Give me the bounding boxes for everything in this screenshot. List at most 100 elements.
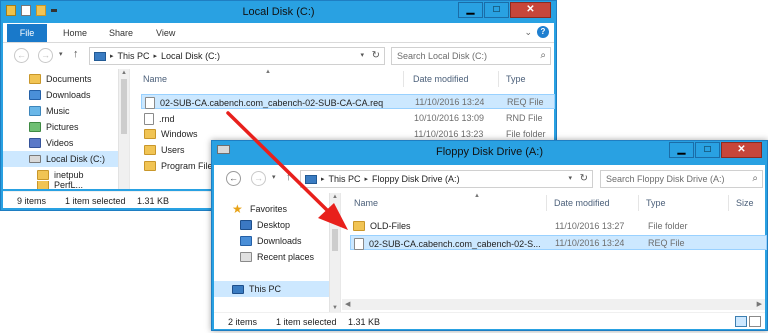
- tab-file[interactable]: File: [7, 24, 47, 42]
- file-name: Users: [161, 145, 185, 155]
- column-type[interactable]: Type: [646, 198, 666, 208]
- column-name[interactable]: Name: [143, 74, 167, 84]
- forward-button[interactable]: →: [251, 171, 266, 186]
- scroll-right-icon[interactable]: ▶: [757, 300, 762, 308]
- nav-item-favorites[interactable]: ★ Favorites: [214, 201, 340, 217]
- file-row-old-files[interactable]: OLD-Files 11/10/2016 13:27 File folder: [350, 219, 767, 234]
- large-icons-view-icon[interactable]: [749, 316, 761, 327]
- close-button[interactable]: ✕: [721, 142, 762, 158]
- minimize-button[interactable]: ▁: [669, 142, 694, 158]
- selection-size: 1.31 KB: [348, 317, 381, 327]
- nav-item-perflogs[interactable]: PerfL...: [3, 181, 129, 189]
- nav-item-downloads[interactable]: Downloads: [3, 87, 129, 103]
- file-type: REQ File: [648, 238, 685, 248]
- file-date: 11/10/2016 13:24: [415, 97, 485, 107]
- scroll-up-icon[interactable]: ▲: [330, 194, 340, 200]
- tab-share[interactable]: Share: [109, 28, 133, 38]
- column-divider[interactable]: [546, 195, 547, 211]
- refresh-icon[interactable]: ↻: [580, 173, 588, 184]
- scrollbar-thumb[interactable]: [121, 79, 127, 134]
- address-dropdown-icon[interactable]: ▾: [360, 51, 364, 59]
- search-placeholder: Search Floppy Disk Drive (A:): [606, 174, 725, 184]
- nav-item-documents[interactable]: Documents: [3, 71, 129, 87]
- refresh-icon[interactable]: ↻: [372, 50, 380, 61]
- pictures-folder-icon: [29, 122, 41, 132]
- nav-item-this-pc[interactable]: This PC: [214, 281, 340, 297]
- file-name: Windows: [161, 129, 198, 139]
- column-date-modified[interactable]: Date modified: [554, 198, 610, 208]
- back-button[interactable]: ←: [226, 171, 241, 186]
- nav-item-downloads[interactable]: Downloads: [214, 233, 340, 249]
- details-view-icon[interactable]: [735, 316, 747, 327]
- recent-locations-icon[interactable]: ▾: [272, 173, 276, 181]
- up-button[interactable]: ↑: [286, 171, 292, 183]
- address-bar[interactable]: ▸ This PC ▸ Local Disk (C:) ▾ ↻: [89, 47, 385, 65]
- file-name: OLD-Files: [370, 221, 411, 231]
- file-date: 11/10/2016 13:24: [555, 238, 625, 248]
- explorer-window-floppy: Floppy Disk Drive (A:) ▁ □ ✕ ← → ▾ ↑ ▸ T…: [211, 140, 768, 331]
- column-date-modified[interactable]: Date modified: [413, 74, 469, 84]
- back-button[interactable]: ←: [14, 48, 29, 63]
- search-icon[interactable]: ⌕: [540, 50, 546, 61]
- nav-item-desktop[interactable]: Desktop: [214, 217, 340, 233]
- maximize-button[interactable]: □: [484, 2, 509, 18]
- breadcrumb-separator-icon: ▸: [153, 53, 158, 60]
- navigation-scrollbar[interactable]: ▲: [118, 69, 129, 189]
- maximize-button[interactable]: □: [695, 142, 720, 158]
- column-size[interactable]: Size: [736, 198, 754, 208]
- document-icon: [144, 113, 154, 125]
- window-controls: ▁ □ ✕: [669, 142, 762, 158]
- nav-item-videos[interactable]: Videos: [3, 135, 129, 151]
- tab-home[interactable]: Home: [63, 28, 87, 38]
- nav-item-local-disk[interactable]: Local Disk (C:): [3, 151, 129, 167]
- nav-label: Music: [46, 106, 70, 116]
- nav-item-recent-places[interactable]: Recent places: [214, 249, 340, 265]
- horizontal-scrollbar[interactable]: ◀ ▶: [342, 299, 765, 310]
- column-divider[interactable]: [403, 71, 404, 87]
- title-bar[interactable]: Local Disk (C:) ▁ □ ✕: [1, 1, 556, 23]
- forward-button[interactable]: →: [38, 48, 53, 63]
- breadcrumb-separator-icon: ▸: [321, 176, 325, 183]
- file-row-req[interactable]: 02-SUB-CA.cabench.com_cabench-02-S... 11…: [350, 235, 767, 250]
- breadcrumb-local-disk[interactable]: Local Disk (C:): [161, 51, 220, 61]
- up-button[interactable]: ↑: [73, 48, 79, 60]
- title-bar[interactable]: Floppy Disk Drive (A:) ▁ □ ✕: [212, 141, 767, 163]
- scroll-up-icon[interactable]: ▲: [119, 70, 129, 76]
- file-name: 02-SUB-CA.cabench.com_cabench-02-SUB-CA-…: [160, 98, 384, 108]
- file-row-rnd[interactable]: .rnd 10/10/2016 13:09 RND File: [141, 111, 555, 126]
- tab-view[interactable]: View: [156, 28, 175, 38]
- column-divider[interactable]: [638, 195, 639, 211]
- column-divider[interactable]: [728, 195, 729, 211]
- navigation-scrollbar[interactable]: ▲ ▼: [329, 193, 340, 312]
- scroll-down-icon[interactable]: ▼: [330, 305, 340, 311]
- column-type[interactable]: Type: [506, 74, 526, 84]
- column-divider[interactable]: [498, 71, 499, 87]
- breadcrumb-this-pc[interactable]: This PC: [118, 51, 150, 61]
- nav-item-pictures[interactable]: Pictures: [3, 119, 129, 135]
- file-type: File folder: [506, 129, 546, 139]
- column-name[interactable]: Name: [354, 198, 378, 208]
- search-input[interactable]: Search Floppy Disk Drive (A:) ⌕: [600, 170, 763, 188]
- nav-item-music[interactable]: Music: [3, 103, 129, 119]
- address-bar[interactable]: ▸ This PC ▸ Floppy Disk Drive (A:) ▾ ↻: [300, 170, 593, 188]
- close-button[interactable]: ✕: [510, 2, 551, 18]
- downloads-folder-icon: [29, 90, 41, 100]
- recent-locations-icon[interactable]: ▾: [59, 50, 63, 58]
- nav-label: Favorites: [250, 204, 288, 214]
- help-icon[interactable]: ?: [537, 26, 549, 38]
- minimize-button[interactable]: ▁: [458, 2, 483, 18]
- nav-label: Pictures: [46, 122, 79, 132]
- folder-icon: [144, 129, 156, 139]
- expand-ribbon-icon[interactable]: ⌄: [524, 27, 532, 38]
- computer-icon: [232, 284, 244, 294]
- breadcrumb-floppy-drive[interactable]: Floppy Disk Drive (A:): [372, 174, 460, 184]
- address-dropdown-icon[interactable]: ▾: [568, 174, 572, 182]
- breadcrumb-this-pc[interactable]: This PC: [329, 174, 361, 184]
- nav-label: inetpub: [54, 170, 84, 180]
- document-icon: [354, 238, 364, 250]
- search-icon[interactable]: ⌕: [752, 173, 758, 184]
- scroll-left-icon[interactable]: ◀: [345, 300, 350, 308]
- search-input[interactable]: Search Local Disk (C:) ⌕: [391, 47, 551, 65]
- scrollbar-thumb[interactable]: [332, 229, 338, 251]
- file-row-req[interactable]: 02-SUB-CA.cabench.com_cabench-02-SUB-CA-…: [141, 94, 555, 109]
